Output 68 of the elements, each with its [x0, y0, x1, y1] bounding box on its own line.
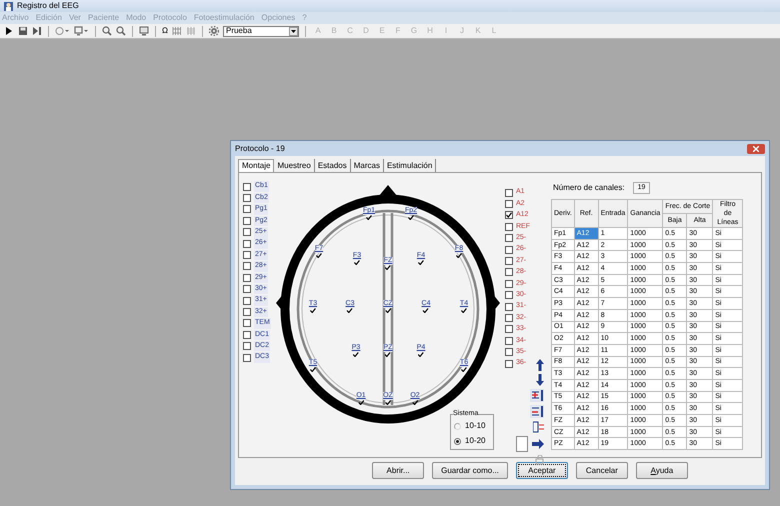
channel-count-label: Número de canales: — [553, 182, 625, 194]
checkbox[interactable] — [505, 325, 513, 334]
checkbox[interactable] — [243, 330, 251, 339]
checkbox[interactable] — [505, 234, 513, 242]
checkbox[interactable] — [505, 291, 513, 300]
right-arrow-icon[interactable] — [532, 439, 544, 450]
checkbox[interactable] — [243, 216, 251, 225]
checkbox[interactable] — [243, 262, 251, 270]
dialog-button[interactable]: Aceptar — [516, 462, 568, 479]
checkbox[interactable] — [505, 200, 513, 208]
caret-icon — [290, 30, 296, 32]
zoom-in-icon[interactable] — [102, 26, 112, 36]
dialog-title: Protocolo - 19 — [235, 142, 285, 154]
checkbox[interactable] — [505, 246, 513, 254]
checkbox[interactable] — [505, 280, 513, 288]
radio-button[interactable] — [454, 422, 461, 430]
checkbox[interactable] — [243, 342, 251, 350]
checkbox[interactable] — [505, 188, 513, 197]
checkbox[interactable] — [243, 251, 251, 260]
checkbox[interactable] — [243, 274, 251, 282]
dialog-button[interactable]: Ayuda — [636, 462, 688, 479]
radio-label: 10-20 — [465, 435, 486, 447]
checkbox[interactable] — [243, 285, 251, 294]
checkbox[interactable] — [243, 228, 251, 236]
monitor-icon[interactable] — [139, 26, 149, 36]
checkbox[interactable] — [505, 336, 513, 345]
checkbox[interactable] — [243, 194, 251, 202]
omega-icon[interactable]: Ω — [162, 25, 168, 37]
checkbox[interactable] — [505, 360, 513, 368]
gear-icon[interactable] — [208, 26, 219, 36]
checkbox[interactable] — [505, 211, 513, 220]
split-icon[interactable] — [533, 421, 544, 434]
checkbox[interactable] — [505, 314, 513, 322]
radio-button[interactable] — [454, 438, 461, 444]
remove-row-icon[interactable] — [530, 405, 544, 418]
checkbox[interactable] — [243, 240, 251, 248]
up-arrow-icon[interactable] — [536, 359, 544, 372]
radio-label: 10-10 — [465, 420, 486, 432]
checkbox[interactable] — [505, 268, 513, 276]
checkbox[interactable] — [505, 302, 513, 311]
checkbox[interactable] — [505, 222, 513, 231]
add-row-icon[interactable] — [530, 389, 544, 402]
checkbox[interactable] — [243, 296, 251, 305]
checkbox[interactable] — [243, 319, 251, 328]
dialog-button[interactable]: Guardar como... — [432, 462, 508, 479]
step-icon[interactable] — [32, 26, 42, 36]
zoom-out-icon[interactable] — [116, 26, 126, 36]
tab[interactable]: Montaje — [238, 159, 274, 172]
preset-dropdown[interactable]: Prueba — [222, 26, 299, 36]
grid-icon[interactable] — [172, 26, 182, 36]
lock-icon[interactable] — [535, 455, 544, 466]
checkbox[interactable] — [243, 354, 251, 362]
window-title: Registro del EEG — [17, 0, 79, 12]
monitor-dropdown-icon[interactable] — [74, 26, 89, 36]
checkbox[interactable] — [243, 182, 251, 191]
checkbox[interactable] — [243, 308, 251, 316]
checkbox[interactable] — [505, 257, 513, 266]
close-icon — [753, 146, 759, 152]
checkbox[interactable] — [243, 205, 251, 214]
input-field[interactable] — [516, 436, 528, 452]
save-icon[interactable] — [18, 26, 28, 36]
close-button[interactable] — [747, 144, 765, 154]
dialog-button[interactable]: Abrir... — [372, 462, 424, 479]
app-icon — [4, 2, 13, 10]
checkbox[interactable] — [505, 348, 513, 356]
play-icon[interactable] — [4, 26, 14, 36]
dialog-button[interactable]: Cancelar — [576, 462, 628, 479]
down-arrow-icon[interactable] — [536, 374, 544, 386]
